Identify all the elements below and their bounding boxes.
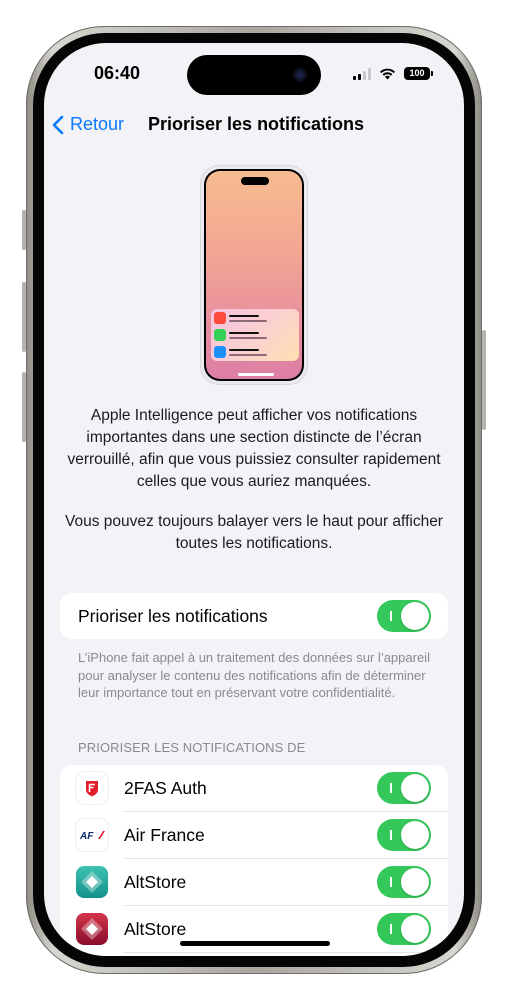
illustration-priority-notifications [211, 309, 299, 361]
app-row-2fas-auth: 2FAS Auth [60, 765, 448, 812]
power-button [482, 330, 486, 430]
illustration-home-indicator [238, 373, 274, 376]
status-time: 06:40 [94, 63, 141, 83]
volume-down-button [22, 372, 26, 442]
apps-list: 2FAS Auth AF Air France AltStore AltStor… [60, 765, 448, 956]
cellular-signal-icon [353, 67, 371, 80]
illustration-dynamic-island [241, 177, 269, 185]
dynamic-island [187, 55, 321, 95]
home-indicator[interactable] [180, 941, 330, 946]
row-separator [124, 952, 448, 953]
air-france-logo-icon: AF [76, 819, 108, 851]
apps-section-header: PRIORISER LES NOTIFICATIONS DE [78, 740, 306, 755]
main-toggle-group: Prioriser les notifications [60, 593, 448, 639]
camera-icon [293, 68, 307, 82]
altstore-teal-icon [76, 866, 108, 898]
navigation-bar: Retour Prioriser les notifications [44, 111, 464, 141]
app-toggle-altstore[interactable] [377, 866, 431, 898]
app-row-altstore: AltStore [60, 859, 448, 906]
illustration-phone [201, 166, 307, 384]
app-toggle-air-france[interactable] [377, 819, 431, 851]
volume-up-button [22, 282, 26, 352]
app-name: AltStore [124, 919, 187, 939]
privacy-footnote: L’iPhone fait appel à un traitement des … [78, 650, 430, 700]
prioritize-notifications-toggle[interactable] [377, 600, 431, 632]
app-name: Air France [124, 825, 205, 845]
prioritize-notifications-row: Prioriser les notifications [60, 593, 448, 639]
2fas-shield-icon [76, 772, 108, 804]
app-name: 2FAS Auth [124, 778, 207, 798]
illustration-notification [214, 329, 294, 343]
chevron-left-icon [52, 115, 64, 134]
page-title: Prioriser les notifications [148, 114, 365, 134]
blue-app-icon [214, 346, 226, 358]
back-label: Retour [70, 114, 125, 134]
wifi-icon [379, 68, 396, 80]
illustration-notification [214, 312, 294, 326]
app-toggle-2fas-auth[interactable] [377, 772, 431, 804]
green-app-icon [214, 329, 226, 341]
description-paragraph-2: Vous pouvez toujours balayer vers le hau… [65, 513, 443, 552]
app-row-air-france: AF Air France [60, 812, 448, 859]
screen: 06:40 100 Retour Prioriser les notificat… [44, 43, 464, 956]
status-icons: 100 [353, 67, 433, 80]
app-name: AltStore [124, 872, 187, 892]
svg-text:AF: AF [79, 831, 94, 842]
red-app-icon [214, 312, 226, 324]
battery-icon: 100 [404, 67, 433, 80]
description: Apple Intelligence peut afficher vos not… [58, 405, 450, 573]
description-paragraph-1: Apple Intelligence peut afficher vos not… [67, 407, 441, 490]
lock-screen-illustration [201, 166, 307, 386]
prioritize-notifications-label: Prioriser les notifications [78, 606, 268, 626]
app-toggle-altstore-2[interactable] [377, 913, 431, 945]
altstore-red-icon [76, 913, 108, 945]
illustration-notification [214, 346, 294, 360]
back-button[interactable]: Retour [52, 114, 124, 135]
action-button [22, 210, 26, 250]
